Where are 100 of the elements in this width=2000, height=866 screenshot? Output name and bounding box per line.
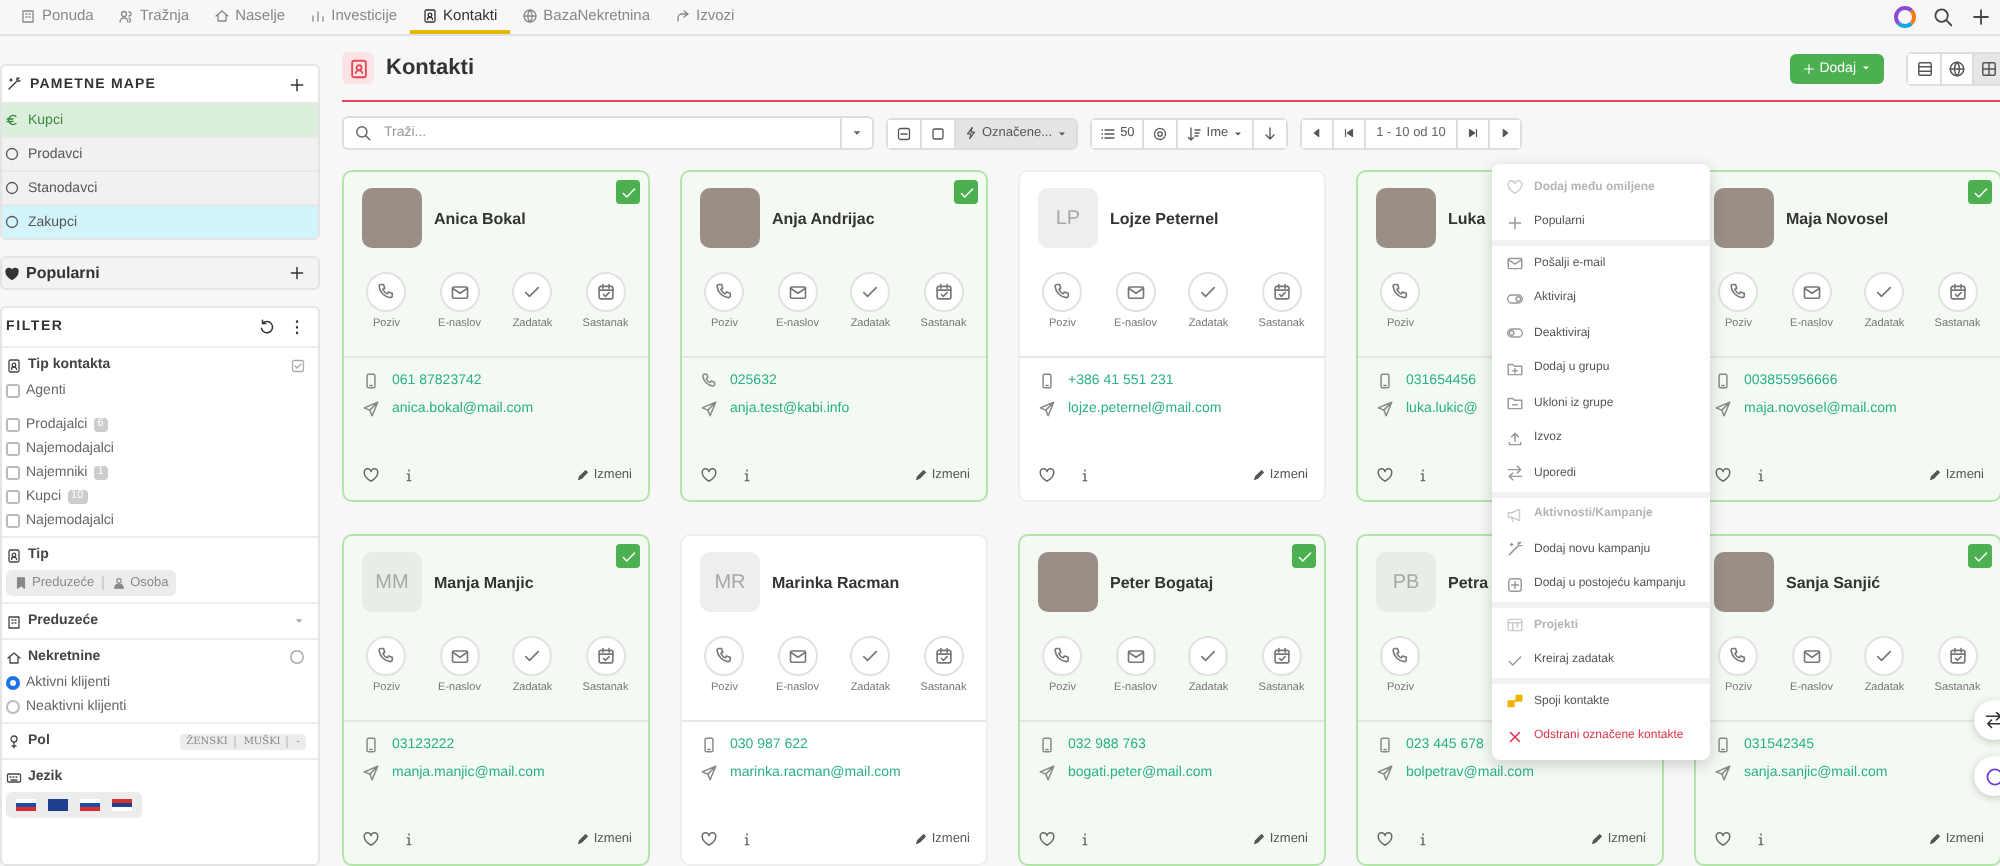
- check-icon: [1971, 547, 1989, 565]
- checkbox[interactable]: [6, 417, 20, 431]
- flag-icon[interactable]: [80, 798, 100, 812]
- list-view-icon: [1915, 59, 1933, 78]
- calendar-icon: [1947, 646, 1968, 666]
- phone-icon: [700, 372, 718, 390]
- share-icon: [674, 7, 691, 23]
- check-icon: [1198, 282, 1219, 302]
- heart-icon[interactable]: [1038, 466, 1056, 484]
- close-icon: [1506, 727, 1524, 746]
- checked-checkbox[interactable]: [1292, 544, 1316, 568]
- check-icon: [1198, 646, 1219, 666]
- pencil-icon: [575, 832, 590, 846]
- mobile-phone-icon: [1038, 372, 1056, 390]
- contact-name[interactable]: Marinka Racman: [772, 573, 900, 591]
- radio-button[interactable]: [6, 675, 20, 689]
- keyboard-icon: [6, 769, 22, 785]
- send-icon: [1714, 764, 1732, 782]
- search-icon[interactable]: [1932, 6, 1954, 28]
- check-icon: [1874, 646, 1895, 666]
- pencil-icon: [1251, 832, 1266, 846]
- contact-name[interactable]: Peter Bogataj: [1110, 573, 1214, 591]
- contact-name[interactable]: Luka: [1448, 209, 1486, 227]
- photo-placeholder: [1714, 188, 1774, 248]
- plus-icon[interactable]: [1970, 6, 1992, 28]
- calendar-icon: [933, 282, 954, 302]
- checkbox[interactable]: [6, 513, 20, 527]
- checkbox[interactable]: [6, 489, 20, 503]
- heart-icon[interactable]: [1714, 830, 1732, 848]
- checkbox[interactable]: [6, 383, 20, 397]
- send-icon: [1038, 400, 1056, 418]
- calendar-icon: [933, 646, 954, 666]
- settings-icon: [1152, 125, 1169, 142]
- upload-icon: [1506, 429, 1524, 448]
- contact-name[interactable]: Petra: [1448, 573, 1489, 591]
- heart-icon[interactable]: [1714, 466, 1732, 484]
- contact-name[interactable]: Anica Bokal: [434, 209, 526, 227]
- megaphone-icon: [1506, 505, 1524, 524]
- flag-icon[interactable]: [16, 798, 36, 812]
- folder-minus-icon: [1506, 394, 1524, 413]
- heart-icon[interactable]: [1376, 830, 1394, 848]
- view-toggle[interactable]: [1972, 53, 2000, 84]
- heart-icon[interactable]: [700, 830, 718, 848]
- contact-name[interactable]: Maja Novosel: [1786, 209, 1889, 227]
- pencil-icon: [1927, 468, 1942, 482]
- checked-checkbox[interactable]: [616, 180, 640, 204]
- toggle-icon: [1506, 324, 1524, 343]
- heart-icon[interactable]: [1376, 466, 1394, 484]
- heart-icon[interactable]: [362, 830, 380, 848]
- checked-checkbox[interactable]: [1968, 544, 1992, 568]
- heart-icon[interactable]: [362, 466, 380, 484]
- contact-name[interactable]: Lojze Peternel: [1110, 209, 1219, 227]
- contact-name[interactable]: Sanja Sanjić: [1786, 573, 1881, 591]
- arrow-down-icon: [1262, 125, 1279, 142]
- euro-icon: [4, 112, 20, 128]
- minus-square-icon: [896, 125, 912, 142]
- contact-name[interactable]: Anja Andrijac: [772, 209, 875, 227]
- mail-icon: [1801, 282, 1822, 302]
- folder-plus-icon: [1506, 359, 1524, 378]
- merge-icon: [1506, 692, 1524, 711]
- checkbox-icon[interactable]: [290, 357, 306, 373]
- checkbox[interactable]: [6, 465, 20, 479]
- checked-checkbox[interactable]: [1968, 180, 1992, 204]
- phone-icon: [1728, 282, 1749, 302]
- checked-checkbox[interactable]: [616, 544, 640, 568]
- next-button[interactable]: [1487, 119, 1520, 148]
- logo-icon[interactable]: [1894, 6, 1916, 28]
- previous-icon: [1310, 126, 1325, 141]
- caret-icon: [1860, 62, 1872, 75]
- calendar-icon: [595, 646, 616, 666]
- flag-icon[interactable]: [48, 798, 68, 812]
- pencil-icon: [913, 468, 928, 482]
- magic-wand-icon: [6, 76, 22, 92]
- plus-icon[interactable]: [288, 264, 306, 282]
- check-icon: [1295, 547, 1313, 565]
- sort-direction-button[interactable]: [1252, 119, 1287, 148]
- check-icon: [522, 282, 543, 302]
- plus-icon[interactable]: [288, 75, 306, 93]
- heart-icon: [4, 265, 20, 281]
- house-icon: [6, 649, 22, 665]
- user-icon: [112, 576, 127, 590]
- calendar-icon: [1947, 282, 1968, 302]
- mobile-phone-icon: [362, 736, 380, 754]
- calendar-icon: [1271, 282, 1292, 302]
- reset-icon[interactable]: [258, 318, 276, 336]
- send-icon: [700, 764, 718, 782]
- mail-icon: [787, 282, 808, 302]
- calendar-icon: [595, 282, 616, 302]
- mobile-phone-icon: [1038, 736, 1056, 754]
- checked-checkbox[interactable]: [954, 180, 978, 204]
- bolt-icon: [964, 126, 978, 141]
- heart-icon[interactable]: [700, 466, 718, 484]
- flag-icon[interactable]: [112, 798, 132, 812]
- check-icon: [1874, 282, 1895, 302]
- contact-name[interactable]: Manja Manjic: [434, 573, 534, 591]
- heart-icon[interactable]: [1038, 830, 1056, 848]
- phone-icon: [376, 282, 397, 302]
- checkbox[interactable]: [6, 441, 20, 455]
- radio-button[interactable]: [6, 699, 20, 713]
- mobile-phone-icon: [1376, 372, 1394, 390]
